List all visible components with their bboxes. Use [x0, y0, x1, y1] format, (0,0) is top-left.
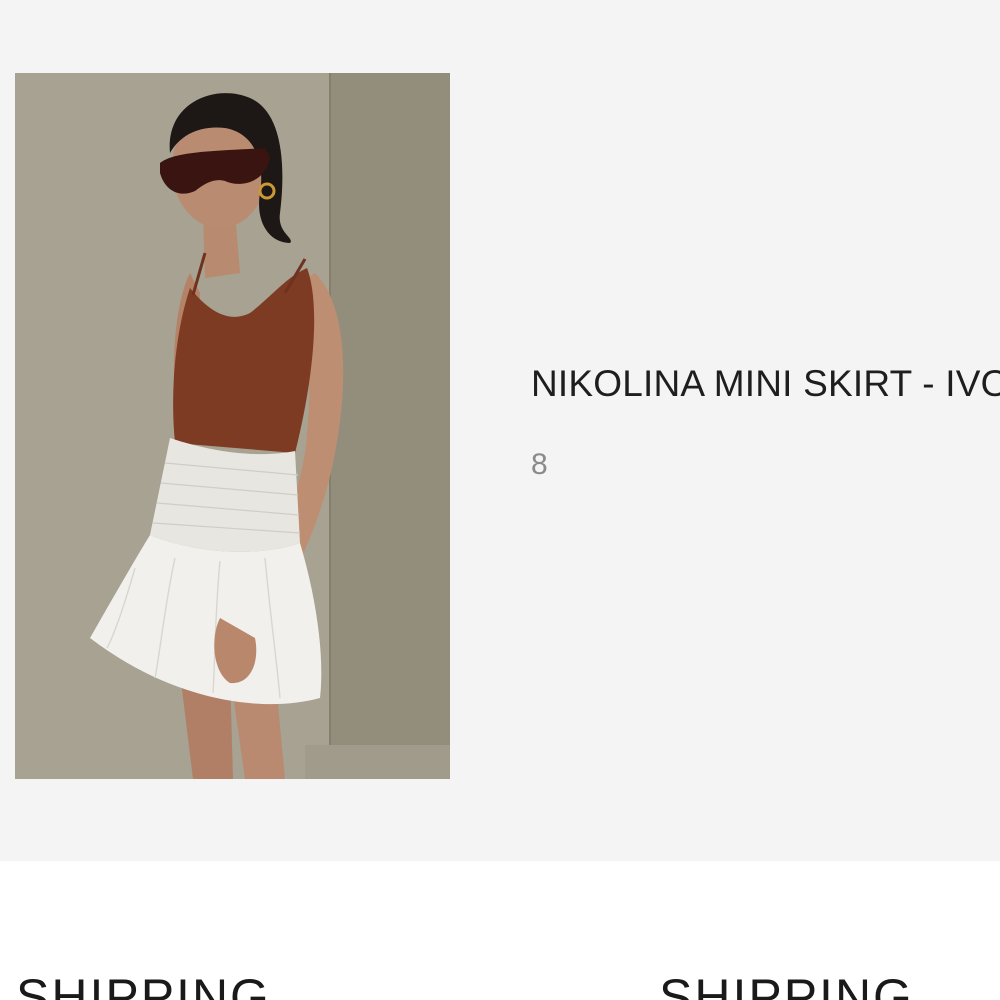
product-title[interactable]: NIKOLINA MINI SKIRT - IVORY [531, 362, 1000, 406]
shipping-heading-left: SHIPPING [16, 969, 271, 1000]
product-meta: 8 [531, 448, 548, 481]
product-info: NIKOLINA MINI SKIRT - IVORY 8 [531, 362, 1000, 482]
product-image[interactable] [15, 73, 450, 779]
shipping-section: SHIPPING SHIPPING [0, 861, 1000, 1000]
product-panel: NIKOLINA MINI SKIRT - IVORY 8 [0, 0, 1000, 861]
product-photo [15, 73, 450, 779]
shipping-heading-right: SHIPPING [659, 969, 914, 1000]
